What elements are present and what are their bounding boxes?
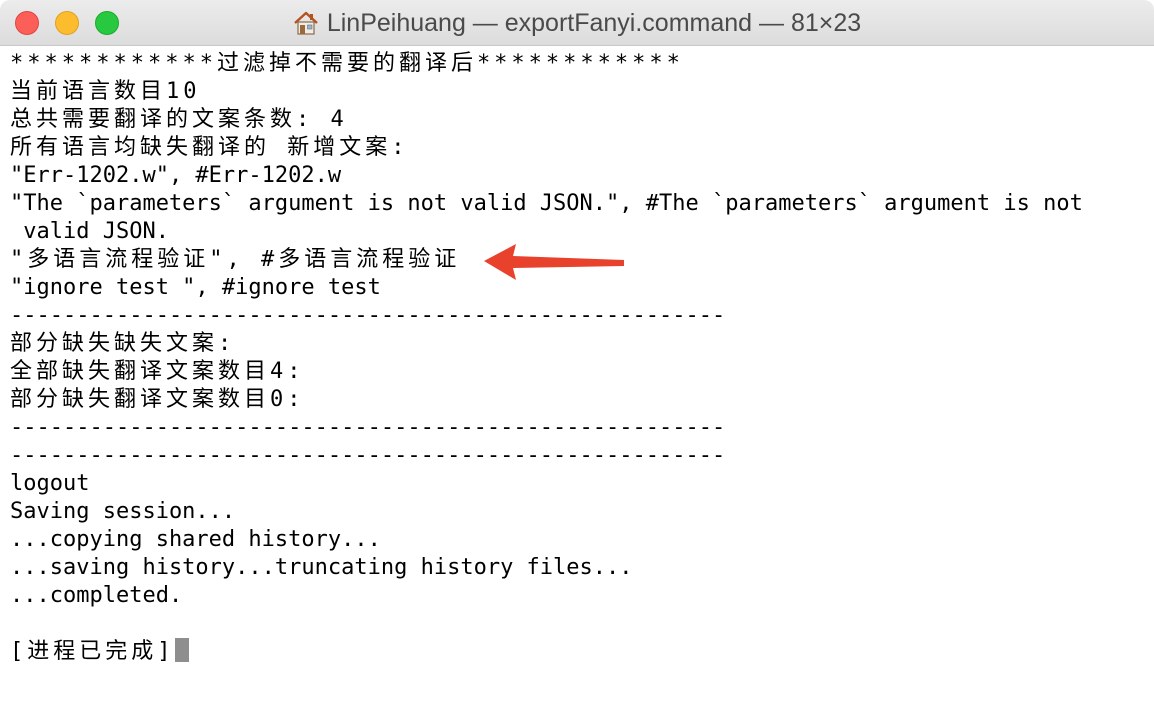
output-line: ************过滤掉不需要的翻译后************ [10,51,684,76]
separator-line: ----------------------------------------… [10,443,726,468]
output-line: "Err-1202.w", #Err-1202.w [10,163,342,188]
separator-line: ----------------------------------------… [10,303,726,328]
output-line: 全部缺失翻译文案数目4: [10,359,305,384]
output-line: Saving session... [10,499,236,524]
output-line: ...completed. [10,583,183,608]
window-title: LinPeihuang — exportFanyi.command — 81×2… [326,8,862,37]
output-line: 当前语言数目10 [10,79,201,104]
output-line: "The `parameters` argument is not valid … [10,191,1083,216]
home-icon [294,11,318,35]
separator-line: ----------------------------------------… [10,415,726,440]
terminal-window: LinPeihuang — exportFanyi.command — 81×2… [0,0,1154,702]
process-complete-text: [进程已完成] [10,639,175,664]
output-line: ...saving history...truncating history f… [10,555,633,580]
output-line: 部分缺失缺失文案: [10,331,236,356]
prompt-line: [进程已完成] [10,638,1154,666]
output-line: 所有语言均缺失翻译的 新增文案: [10,135,409,160]
terminal-cursor [174,638,189,662]
output-line: 部分缺失翻译文案数目0: [10,387,305,412]
output-line: 总共需要翻译的文案条数: 4 [10,107,348,132]
output-line: logout [10,471,90,496]
window-title-group: LinPeihuang — exportFanyi.command — 81×2… [0,0,1154,46]
red-arrow-annotation [484,244,624,280]
title-bar[interactable]: LinPeihuang — exportFanyi.command — 81×2… [0,0,1154,46]
terminal-output[interactable]: ************过滤掉不需要的翻译后************ 当前语言数… [0,46,1154,702]
output-line: ...copying shared history... [10,527,381,552]
arrow-shape [484,244,624,280]
